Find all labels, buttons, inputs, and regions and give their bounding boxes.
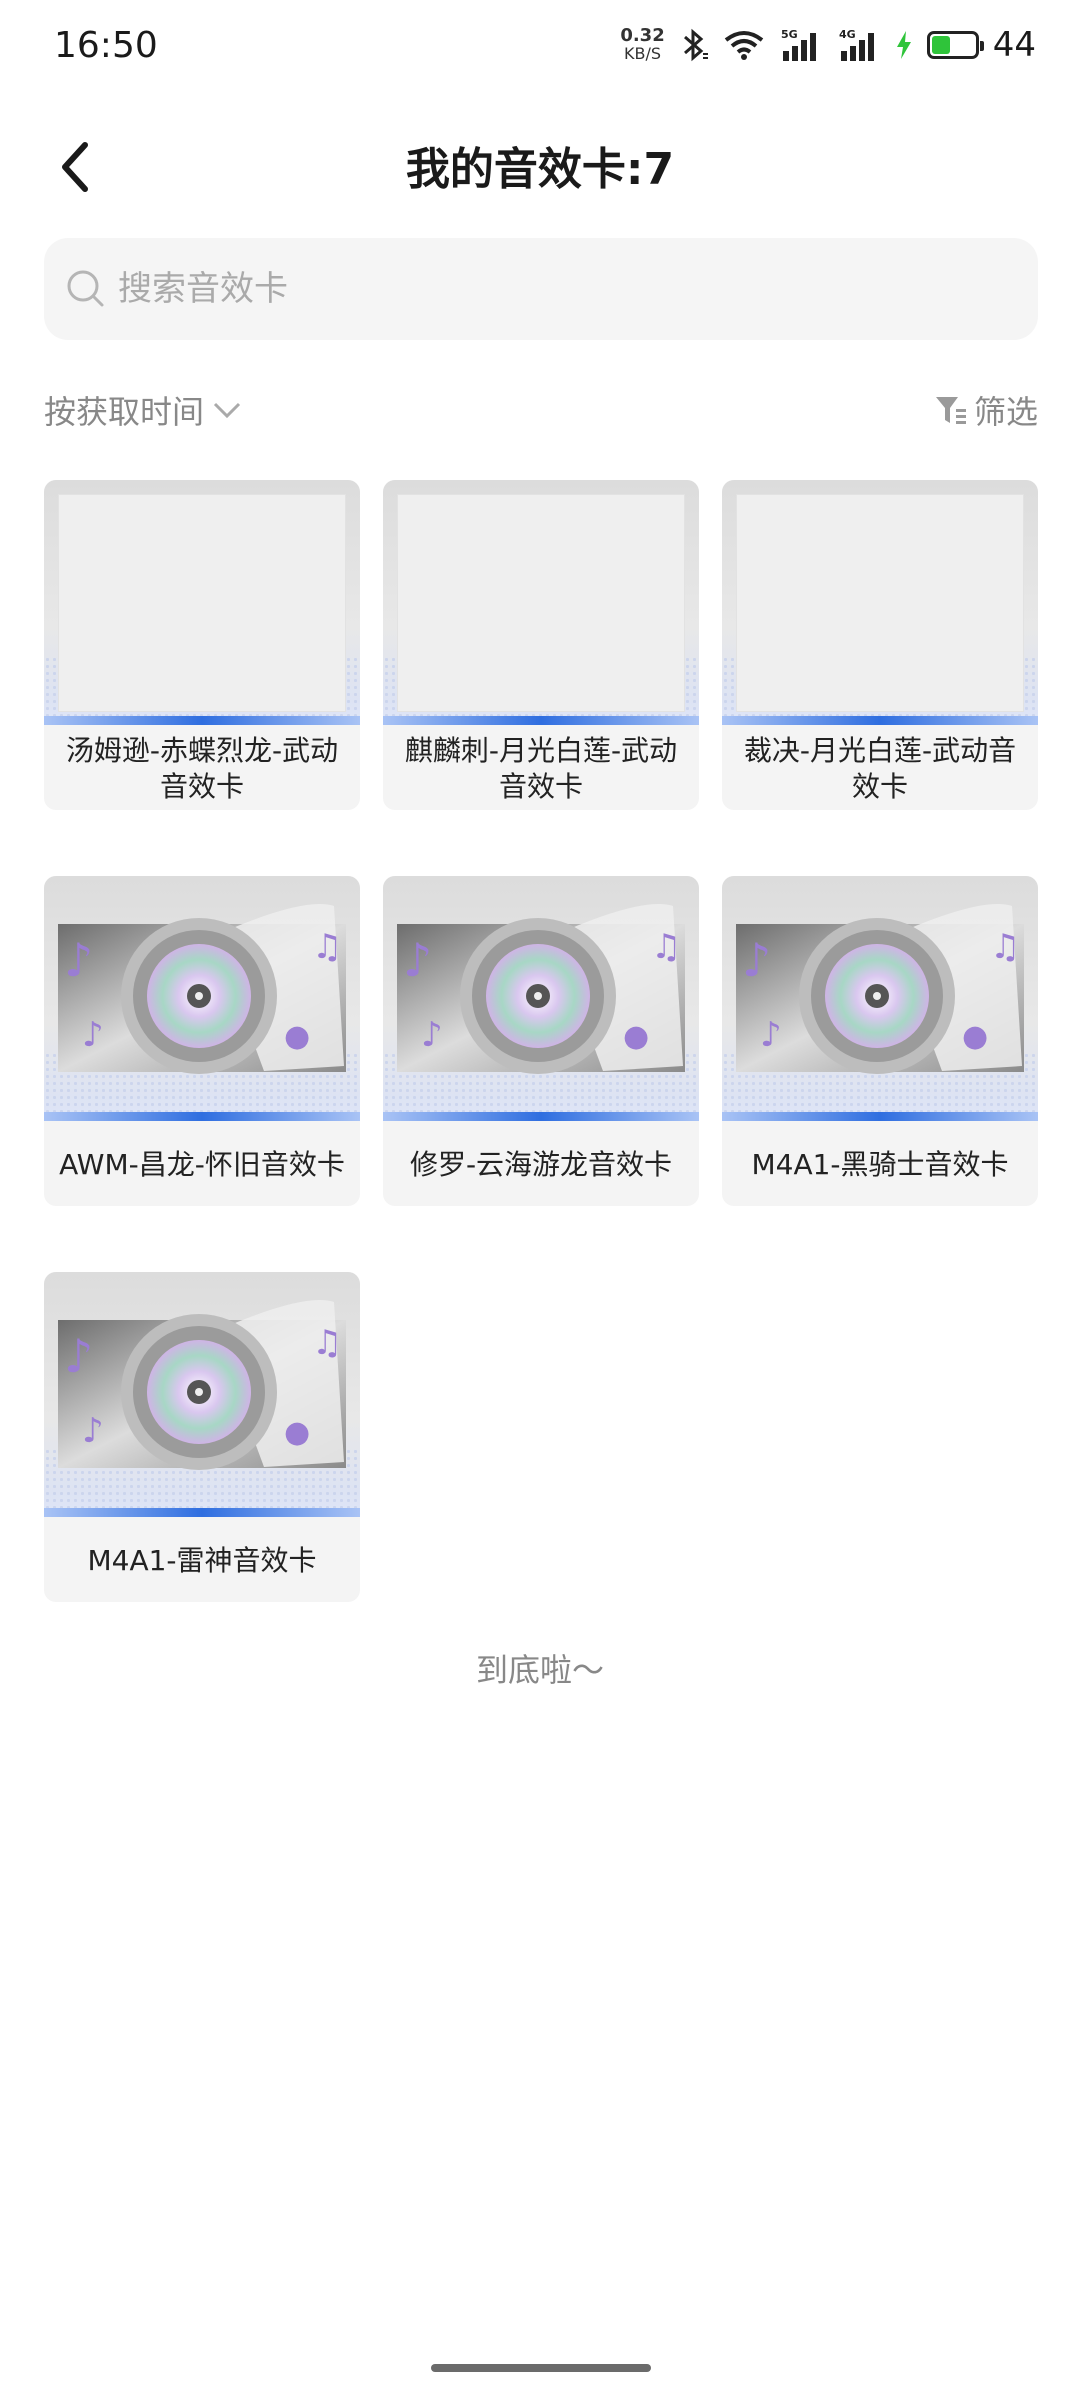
search-bar[interactable]	[44, 238, 1038, 340]
music-disc-icon: ♪ ♫ ♪ ●	[58, 904, 346, 1074]
search-icon	[67, 270, 104, 307]
card-image	[722, 480, 1038, 725]
svg-text:4G: 4G	[839, 28, 856, 41]
card-label: 麒麟刺-月光白莲-武动音效卡	[404, 733, 678, 803]
svg-text:●: ●	[623, 1019, 649, 1054]
svg-text:●: ●	[284, 1019, 310, 1054]
header: 我的音效卡:7	[0, 110, 1080, 220]
status-bar: 16:50 0.32 KB/S 5G 4G 44	[0, 0, 1080, 90]
filter-label: 筛选	[973, 393, 1038, 431]
svg-text:♪: ♪	[742, 933, 771, 987]
svg-text:●: ●	[284, 1415, 310, 1450]
card-image: ♪ ♫ ♪ ●	[383, 876, 699, 1121]
cellular-signal-1-icon: 5G	[779, 27, 823, 63]
filter-icon	[935, 397, 966, 424]
sound-card[interactable]: ♪ ♫ ♪ ● M4A1-黑骑士音效卡	[722, 876, 1038, 1206]
cellular-signal-2-icon: 4G	[837, 27, 881, 63]
sound-card[interactable]: ♪ ♫ ♪ ● M4A1-雷神音效卡	[44, 1272, 360, 1602]
svg-text:●: ●	[962, 1019, 988, 1054]
charging-icon	[895, 30, 913, 60]
chevron-down-icon	[213, 402, 241, 419]
card-image	[44, 480, 360, 725]
image-placeholder	[397, 494, 685, 712]
back-button[interactable]	[40, 132, 110, 202]
screen: 16:50 0.32 KB/S 5G 4G 44 我的音效卡:7 搜索音效卡 按…	[0, 0, 1080, 2400]
bluetooth-icon	[679, 27, 709, 63]
card-label: M4A1-雷神音效卡	[87, 1543, 317, 1577]
svg-text:♪: ♪	[64, 933, 93, 987]
card-label: AWM-昌龙-怀旧音效卡	[59, 1147, 345, 1181]
music-disc-icon: ♪ ♫ ♪ ●	[58, 1300, 346, 1470]
sound-card[interactable]: ♪ ♫ ♪ ● 修罗-云海游龙音效卡	[383, 876, 699, 1206]
sound-card-grid: 汤姆逊-赤蝶烈龙-武动音效卡 麒麟刺-月光白莲-武动音效卡 裁决-月光白莲-武动…	[44, 480, 1038, 1602]
card-label: M4A1-黑骑士音效卡	[751, 1147, 1009, 1181]
end-of-list-text: 到底啦～	[475, 1651, 604, 1689]
sort-dropdown[interactable]: 按获取时间	[44, 387, 242, 433]
filter-button[interactable]: 筛选	[934, 387, 1038, 433]
music-disc-icon: ♪ ♫ ♪ ●	[397, 904, 685, 1074]
network-speed-unit: KB/S	[624, 44, 662, 63]
sound-card[interactable]: 裁决-月光白莲-武动音效卡	[722, 480, 1038, 810]
status-icons: 0.32 KB/S 5G 4G 44	[620, 25, 1036, 65]
battery-icon: 44	[926, 25, 1036, 65]
image-placeholder	[58, 494, 346, 712]
svg-text:♪: ♪	[64, 1329, 93, 1383]
home-indicator[interactable]	[431, 2364, 651, 2372]
svg-text:♫: ♫	[312, 927, 342, 967]
svg-text:♪: ♪	[421, 1015, 443, 1055]
page-title: 我的音效卡:7	[405, 144, 675, 195]
svg-text:♫: ♫	[651, 927, 681, 967]
search-input[interactable]	[118, 269, 998, 309]
card-image: ♪ ♫ ♪ ●	[44, 876, 360, 1121]
sound-card[interactable]: ♪ ♫ ♪ ● AWM-昌龙-怀旧音效卡	[44, 876, 360, 1206]
sound-card[interactable]: 汤姆逊-赤蝶烈龙-武动音效卡	[44, 480, 360, 810]
svg-text:♪: ♪	[760, 1015, 782, 1055]
svg-text:♪: ♪	[82, 1411, 104, 1451]
card-label: 裁决-月光白莲-武动音效卡	[743, 733, 1017, 803]
card-label: 汤姆逊-赤蝶烈龙-武动音效卡	[65, 733, 339, 803]
battery-fill	[931, 36, 951, 54]
sound-card[interactable]: 麒麟刺-月光白莲-武动音效卡	[383, 480, 699, 810]
wifi-icon	[723, 29, 765, 61]
svg-text:♪: ♪	[82, 1015, 104, 1055]
network-speed: 0.32 KB/S	[620, 27, 664, 63]
music-disc-icon: ♪ ♫ ♪ ●	[736, 904, 1024, 1074]
chevron-left-icon	[62, 142, 88, 192]
card-image	[383, 480, 699, 725]
image-placeholder	[736, 494, 1024, 712]
card-image: ♪ ♫ ♪ ●	[722, 876, 1038, 1121]
svg-text:♫: ♫	[312, 1323, 342, 1363]
svg-text:5G: 5G	[781, 28, 798, 41]
card-image: ♪ ♫ ♪ ●	[44, 1272, 360, 1517]
card-label: 修罗-云海游龙音效卡	[409, 1147, 673, 1181]
network-speed-value: 0.32	[620, 25, 665, 46]
sort-label: 按获取时间	[44, 393, 205, 431]
svg-text:♪: ♪	[403, 933, 432, 987]
status-time: 16:50	[54, 24, 158, 66]
sort-filter-row: 按获取时间 筛选	[44, 380, 1038, 440]
svg-text:♫: ♫	[990, 927, 1020, 967]
battery-level: 44	[992, 25, 1036, 65]
